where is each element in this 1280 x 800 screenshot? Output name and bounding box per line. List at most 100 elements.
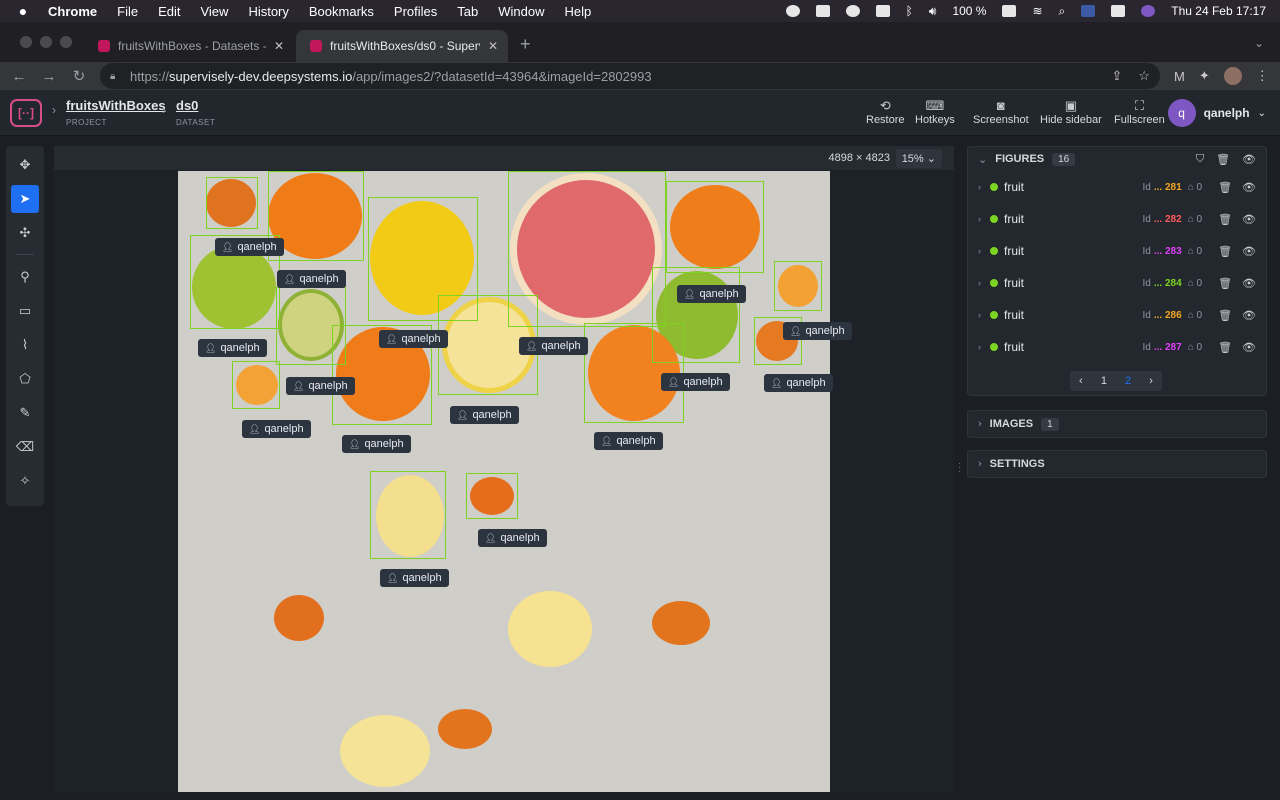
forward-icon[interactable]: → (34, 68, 64, 85)
trash-icon[interactable]: 🗑︎ (1218, 213, 1232, 226)
figure-row[interactable]: › fruit Id... 283 ⌂ 0 🗑︎ 👁︎ (968, 235, 1266, 267)
clock[interactable]: Thu 24 Feb 17:17 (1171, 4, 1266, 18)
supervisely-logo[interactable]: [··] (10, 99, 42, 127)
menu-help[interactable]: Help (565, 4, 592, 19)
bounding-box[interactable] (466, 473, 518, 519)
eye-icon[interactable]: 👁︎ (1242, 245, 1256, 258)
app-tray-icon[interactable] (815, 5, 830, 17)
settings-header[interactable]: › SETTINGS (968, 451, 1266, 477)
chevron-right-icon[interactable]: › (978, 246, 990, 256)
siri-icon[interactable] (1141, 5, 1156, 17)
eye-icon[interactable]: 👁︎ (1242, 309, 1256, 322)
trash-icon[interactable]: 🗑︎ (1218, 245, 1232, 258)
figure-row[interactable]: › fruit Id... 287 ⌂ 0 🗑︎ 👁︎ (968, 331, 1266, 363)
menu-view[interactable]: View (200, 4, 228, 19)
menu-bookmarks[interactable]: Bookmarks (309, 4, 374, 19)
new-tab-icon[interactable]: + (520, 34, 531, 55)
user-menu[interactable]: q qanelph ⌄ (1167, 99, 1266, 127)
tab-datasets[interactable]: fruitsWithBoxes - Datasets - S ✕ (84, 30, 294, 62)
control-center-icon[interactable] (1111, 5, 1126, 17)
trash-icon[interactable]: 🗑︎ (1218, 309, 1232, 322)
keypoint-tool-icon[interactable]: ⚲ (11, 263, 39, 291)
menu-edit[interactable]: Edit (158, 4, 180, 19)
figure-row[interactable]: › fruit Id... 284 ⌂ 0 🗑︎ 👁︎ (968, 267, 1266, 299)
screenshot-button[interactable]: ◙ Screenshot (973, 98, 1029, 126)
menu-tab[interactable]: Tab (457, 4, 478, 19)
close-window-button[interactable] (20, 36, 32, 48)
lock-icon[interactable]: 🔒︎ (110, 71, 120, 82)
settings-panel[interactable]: › SETTINGS (967, 450, 1267, 478)
share-icon[interactable]: ⇪ (1111, 68, 1122, 84)
user-name[interactable]: qanelph (1204, 106, 1250, 120)
page-2[interactable]: 2 (1125, 375, 1131, 387)
eye-icon[interactable]: 👁︎ (1242, 277, 1256, 290)
menu-window[interactable]: Window (498, 4, 544, 19)
figure-row[interactable]: › fruit Id... 281 ⌂ 0 🗑︎ 👁︎ (968, 171, 1266, 203)
dataset-name[interactable]: ds0 (176, 98, 215, 113)
trash-icon[interactable]: 🗑︎ (1218, 341, 1232, 354)
hide-sidebar-button[interactable]: ▣ Hide sidebar (1040, 98, 1102, 126)
polygon-tool-icon[interactable]: ⬠ (11, 365, 39, 393)
pan-tool-icon[interactable]: ✥ (11, 151, 39, 179)
bounding-box[interactable] (206, 177, 258, 229)
volume-icon[interactable]: 🔊︎ (929, 4, 937, 19)
images-panel[interactable]: › IMAGES 1 (967, 410, 1267, 438)
bounding-box[interactable] (666, 181, 764, 273)
wifi-icon[interactable]: ≋ (1032, 4, 1042, 18)
apple-icon[interactable]: ● (16, 3, 30, 19)
bluetooth-icon[interactable]: ᛒ (906, 4, 913, 18)
profile-avatar[interactable] (1223, 67, 1242, 85)
breadcrumb-dataset[interactable]: ds0 DATASET (176, 98, 215, 127)
record-icon[interactable] (785, 5, 800, 17)
chevron-down-icon[interactable]: ⌄ (1258, 108, 1266, 119)
tab-annotator[interactable]: fruitsWithBoxes/ds0 - Supervis ✕ (296, 30, 508, 62)
eraser-tool-icon[interactable]: ⌫ (11, 433, 39, 461)
images-header[interactable]: › IMAGES 1 (968, 411, 1266, 437)
image-view[interactable] (178, 171, 830, 792)
spotlight-icon[interactable]: ⌕ (1059, 4, 1066, 19)
menu-profiles[interactable]: Profiles (394, 4, 437, 19)
prev-page-icon[interactable]: ‹ (1079, 375, 1083, 387)
figure-row[interactable]: › fruit Id... 286 ⌂ 0 🗑︎ 👁︎ (968, 299, 1266, 331)
bounding-box[interactable] (370, 471, 446, 559)
breadcrumb-project[interactable]: fruitsWithBoxes PROJECT (66, 98, 166, 127)
polyline-tool-icon[interactable]: ⌇ (11, 331, 39, 359)
next-page-icon[interactable]: › (1149, 375, 1153, 387)
grid-icon[interactable] (875, 5, 890, 17)
telegram-icon[interactable] (845, 5, 860, 17)
hotkeys-button[interactable]: ⌨ Hotkeys (915, 98, 955, 126)
gmail-extension-icon[interactable]: M (1174, 69, 1185, 84)
avatar[interactable]: q (1167, 99, 1196, 127)
chevron-right-icon[interactable]: › (978, 278, 990, 288)
minimize-window-button[interactable] (40, 36, 52, 48)
bounding-box[interactable] (232, 361, 280, 409)
chevron-right-icon[interactable]: › (978, 342, 990, 352)
bounding-box[interactable] (774, 261, 822, 311)
tab-search-icon[interactable]: ⌄ (1254, 36, 1264, 50)
move-tool-icon[interactable]: ✣ (11, 219, 39, 247)
brush-tool-icon[interactable]: ✎ (11, 399, 39, 427)
chevron-down-icon[interactable]: ⌄ (978, 153, 987, 166)
extensions-puzzle-icon[interactable]: ✦ (1199, 68, 1210, 84)
rectangle-tool-icon[interactable]: ▭ (11, 297, 39, 325)
page-1[interactable]: 1 (1101, 375, 1107, 387)
zoom-select[interactable]: 15% ⌄ (895, 149, 942, 168)
magic-wand-tool-icon[interactable]: ✧ (11, 467, 39, 495)
eye-icon[interactable]: 👁︎ (1242, 341, 1256, 354)
chrome-menu-icon[interactable]: ⋮ (1256, 68, 1269, 84)
trash-icon[interactable]: 🗑︎ (1218, 181, 1232, 194)
chevron-right-icon[interactable]: › (978, 182, 990, 192)
eye-icon[interactable]: 👁︎ (1242, 181, 1256, 194)
chevron-right-icon[interactable]: › (978, 418, 982, 430)
sidebar-resize-handle[interactable]: · · · (958, 459, 961, 477)
chevron-right-icon[interactable]: › (978, 214, 990, 224)
chevron-right-icon[interactable]: › (978, 458, 982, 470)
close-tab-icon[interactable]: ✕ (488, 39, 498, 53)
filter-icon[interactable]: ⛉ (1196, 153, 1204, 166)
menu-file[interactable]: File (117, 4, 138, 19)
fullscreen-button[interactable]: ⛶ Fullscreen (1114, 98, 1165, 126)
chevron-right-icon[interactable]: › (978, 310, 990, 320)
reload-icon[interactable]: ↻ (64, 67, 94, 85)
battery-icon[interactable] (1002, 5, 1017, 17)
annotation-canvas[interactable]: 4898 × 4823 15% ⌄ 👤︎ qanelph 👤︎ qanelph … (54, 146, 954, 792)
